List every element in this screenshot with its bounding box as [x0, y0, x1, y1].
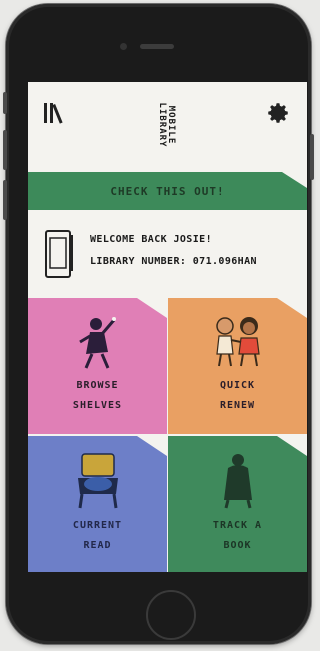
tile-label-line1: QUICK: [219, 380, 256, 391]
two-children-icon: [216, 317, 260, 367]
logo-text: MOBILE LIBRARY: [157, 102, 176, 148]
tile-label-line1: CURRENT: [72, 520, 123, 531]
app-logo: MOBILE LIBRARY: [146, 92, 186, 160]
tile-corner: [137, 298, 167, 318]
reading-chair-icon: [78, 453, 118, 509]
tile-label-line1: TRACK A: [212, 520, 263, 531]
current-read-tile[interactable]: CURRENT READ: [28, 436, 167, 572]
earpiece-speaker: [140, 44, 174, 49]
tile-corner: [277, 436, 307, 456]
quick-renew-tile[interactable]: QUICK RENEW: [168, 298, 307, 434]
welcome-message: WELCOME BACK JOSIE!: [90, 234, 212, 245]
dancing-figure-icon: [79, 317, 116, 369]
library-menu-icon[interactable]: [41, 100, 67, 126]
tile-label-line1: BROWSE: [76, 380, 119, 391]
app-header: MOBILE LIBRARY: [28, 82, 307, 170]
power-button: [310, 134, 314, 180]
front-camera: [120, 43, 127, 50]
check-this-out-banner[interactable]: CHECK THIS OUT!: [28, 172, 307, 210]
cloaked-figure-icon: [224, 454, 252, 509]
welcome-card: WELCOME BACK JOSIE! LIBRARY NUMBER: 071.…: [28, 214, 307, 294]
library-number: LIBRARY NUMBER: 071.096HAN: [90, 256, 257, 267]
tile-label-line2: BOOK: [223, 540, 252, 551]
tile-corner: [137, 436, 167, 456]
tile-corner: [277, 298, 307, 318]
tile-label-line2: READ: [83, 540, 112, 551]
mute-switch: [3, 92, 7, 114]
gear-icon[interactable]: [265, 100, 291, 126]
volume-down-button: [3, 180, 7, 220]
app-screen: MOBILE LIBRARY CHECK THIS OUT! WELCOME B…: [28, 82, 307, 572]
volume-up-button: [3, 130, 7, 170]
browse-shelves-tile[interactable]: BROWSE SHELVES: [28, 298, 167, 434]
library-card-icon: [45, 230, 73, 278]
tile-label-line2: RENEW: [219, 400, 256, 411]
track-a-book-tile[interactable]: TRACK A BOOK: [168, 436, 307, 572]
home-button[interactable]: [146, 590, 196, 640]
tile-label-line2: SHELVES: [72, 400, 123, 411]
banner-label: CHECK THIS OUT!: [110, 184, 225, 198]
